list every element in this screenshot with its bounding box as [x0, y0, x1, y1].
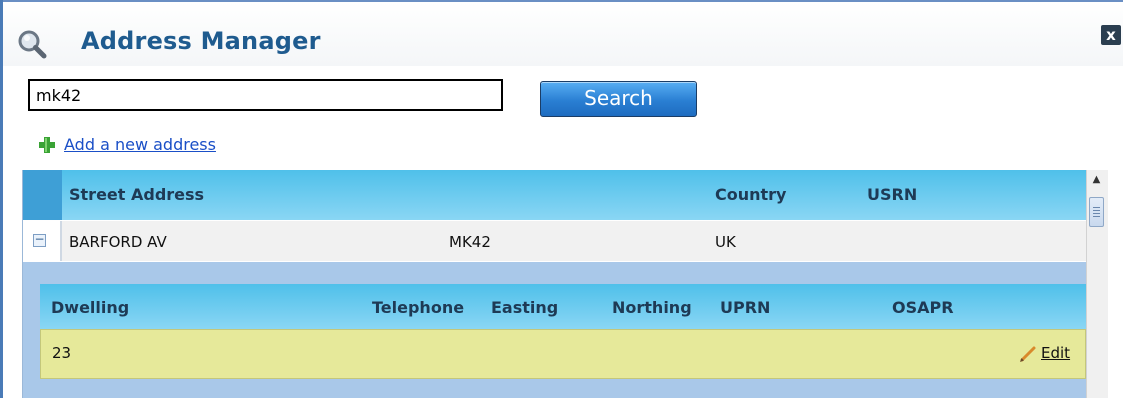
address-manager-window: Address Manager x Search Add a new addre… — [0, 0, 1123, 398]
expand-cell: − — [23, 221, 62, 261]
column-header-osapr[interactable]: OSAPR — [892, 298, 954, 317]
column-header-country[interactable]: Country — [715, 185, 786, 204]
column-header-usrn[interactable]: USRN — [867, 185, 917, 204]
thumb-grip-line — [1093, 216, 1100, 217]
magnifier-icon — [18, 30, 47, 59]
column-header-northing[interactable]: Northing — [612, 298, 692, 317]
title-bar: Address Manager x — [3, 2, 1123, 66]
pencil-icon — [1020, 346, 1036, 362]
thumb-grip-line — [1093, 207, 1100, 208]
dwelling-row[interactable]: 23 Edit — [40, 329, 1086, 379]
search-button[interactable]: Search — [540, 81, 697, 117]
address-row[interactable]: − BARFORD AV MK42 UK — [23, 220, 1087, 262]
postcode-cell: MK42 — [449, 233, 491, 251]
column-header-street-address[interactable]: Street Address — [69, 185, 204, 204]
window-title: Address Manager — [81, 27, 321, 55]
dwelling-grid-header: Dwelling Telephone Easting Northing UPRN… — [40, 284, 1086, 329]
dwelling-subgrid: Dwelling Telephone Easting Northing UPRN… — [40, 284, 1086, 380]
add-address-link[interactable]: Add a new address — [64, 135, 216, 154]
close-icon[interactable]: x — [1101, 25, 1121, 45]
country-cell: UK — [715, 233, 736, 251]
thumb-grip-line — [1093, 210, 1100, 211]
plus-icon — [39, 137, 55, 153]
edit-link[interactable]: Edit — [1041, 344, 1070, 362]
address-grid-header: Street Address Country USRN — [23, 170, 1087, 220]
dwelling-cell: 23 — [52, 344, 72, 362]
thumb-grip-line — [1093, 213, 1100, 214]
street-address-cell: BARFORD AV — [69, 233, 167, 251]
scroll-thumb[interactable] — [1089, 197, 1104, 227]
column-header-telephone[interactable]: Telephone — [372, 298, 464, 317]
search-input[interactable] — [28, 79, 503, 111]
expand-column-header — [23, 170, 62, 220]
scroll-up-icon[interactable]: ▲ — [1090, 174, 1103, 186]
minus-icon[interactable]: − — [33, 233, 46, 247]
column-header-easting[interactable]: Easting — [491, 298, 558, 317]
column-header-dwelling[interactable]: Dwelling — [51, 298, 129, 317]
column-header-uprn[interactable]: UPRN — [720, 298, 770, 317]
